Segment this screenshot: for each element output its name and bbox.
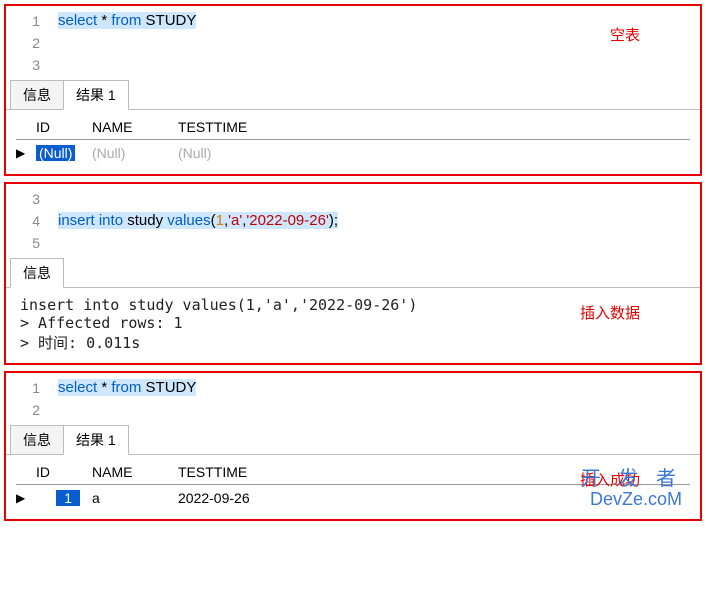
sql-editor[interactable]: 1select * from STUDY2 [6,373,700,427]
line-number: 1 [6,10,58,32]
line-number: 2 [6,32,58,54]
cell-testtime[interactable]: 2022-09-26 [172,490,292,506]
col-testtime[interactable]: TESTTIME [172,464,292,480]
line-number: 1 [6,377,58,399]
line-number: 2 [6,399,58,421]
col-name[interactable]: NAME [86,464,172,480]
cell-id[interactable]: (Null) [30,145,86,161]
code-line[interactable]: 5 [6,232,700,254]
sql-editor[interactable]: 34insert into study values(1,'a','2022-0… [6,184,700,260]
line-number: 3 [6,54,58,76]
col-id[interactable]: ID [30,119,86,135]
table-header-row: ID NAME TESTTIME [16,114,690,140]
code-content[interactable] [58,232,700,254]
col-testtime[interactable]: TESTTIME [172,119,292,135]
watermark-line1: 开 发 者 [581,469,682,490]
cell-testtime[interactable]: (Null) [172,145,292,161]
cell-id[interactable]: 1 [30,490,86,506]
sql-editor[interactable]: 1select * from STUDY23 [6,6,700,82]
code-line[interactable]: 2 [6,32,700,54]
code-line[interactable]: 3 [6,188,700,210]
table-row[interactable]: ▶ (Null) (Null) (Null) [16,140,690,166]
code-content[interactable]: select * from STUDY [58,10,700,32]
code-content[interactable]: insert into study values(1,'a','2022-09-… [58,210,700,232]
tab-info[interactable]: 信息 [10,425,64,455]
result-tabs: 信息 [6,260,700,288]
code-content[interactable] [58,32,700,54]
cell-name[interactable]: a [86,490,172,506]
col-id[interactable]: ID [30,464,86,480]
watermark: 开 发 者 DevZe.coM [581,469,682,509]
col-name[interactable]: NAME [86,119,172,135]
code-content[interactable] [58,188,700,210]
line-number: 3 [6,188,58,210]
code-line[interactable]: 2 [6,399,700,421]
code-line[interactable]: 1select * from STUDY [6,377,700,399]
code-line[interactable]: 3 [6,54,700,76]
code-line[interactable]: 4insert into study values(1,'a','2022-09… [6,210,700,232]
tab-result1[interactable]: 结果 1 [63,425,129,455]
tab-result1[interactable]: 结果 1 [63,80,129,110]
result-grid: ID NAME TESTTIME ▶ (Null) (Null) (Null) [6,110,700,168]
code-content[interactable]: select * from STUDY [58,377,700,399]
annotation: 插入数据 [580,302,640,323]
row-indicator-icon: ▶ [16,491,30,505]
result-tabs: 信息 结果 1 [6,82,700,110]
line-number: 4 [6,210,58,232]
watermark-line2: DevZe.coM [581,490,682,509]
panel-success: 插入成功 1select * from STUDY2 信息 结果 1 ID NA… [4,371,702,521]
annotation: 空表 [610,24,640,45]
cell-name[interactable]: (Null) [86,145,172,161]
panel-empty-table: 空表 1select * from STUDY23 信息 结果 1 ID NAM… [4,4,702,176]
tab-info[interactable]: 信息 [10,258,64,288]
code-content[interactable] [58,54,700,76]
row-indicator-icon: ▶ [16,146,30,160]
line-number: 5 [6,232,58,254]
code-content[interactable] [58,399,700,421]
code-line[interactable]: 1select * from STUDY [6,10,700,32]
result-tabs: 信息 结果 1 [6,427,700,455]
tab-info[interactable]: 信息 [10,80,64,110]
panel-insert: 插入数据 34insert into study values(1,'a','2… [4,182,702,365]
